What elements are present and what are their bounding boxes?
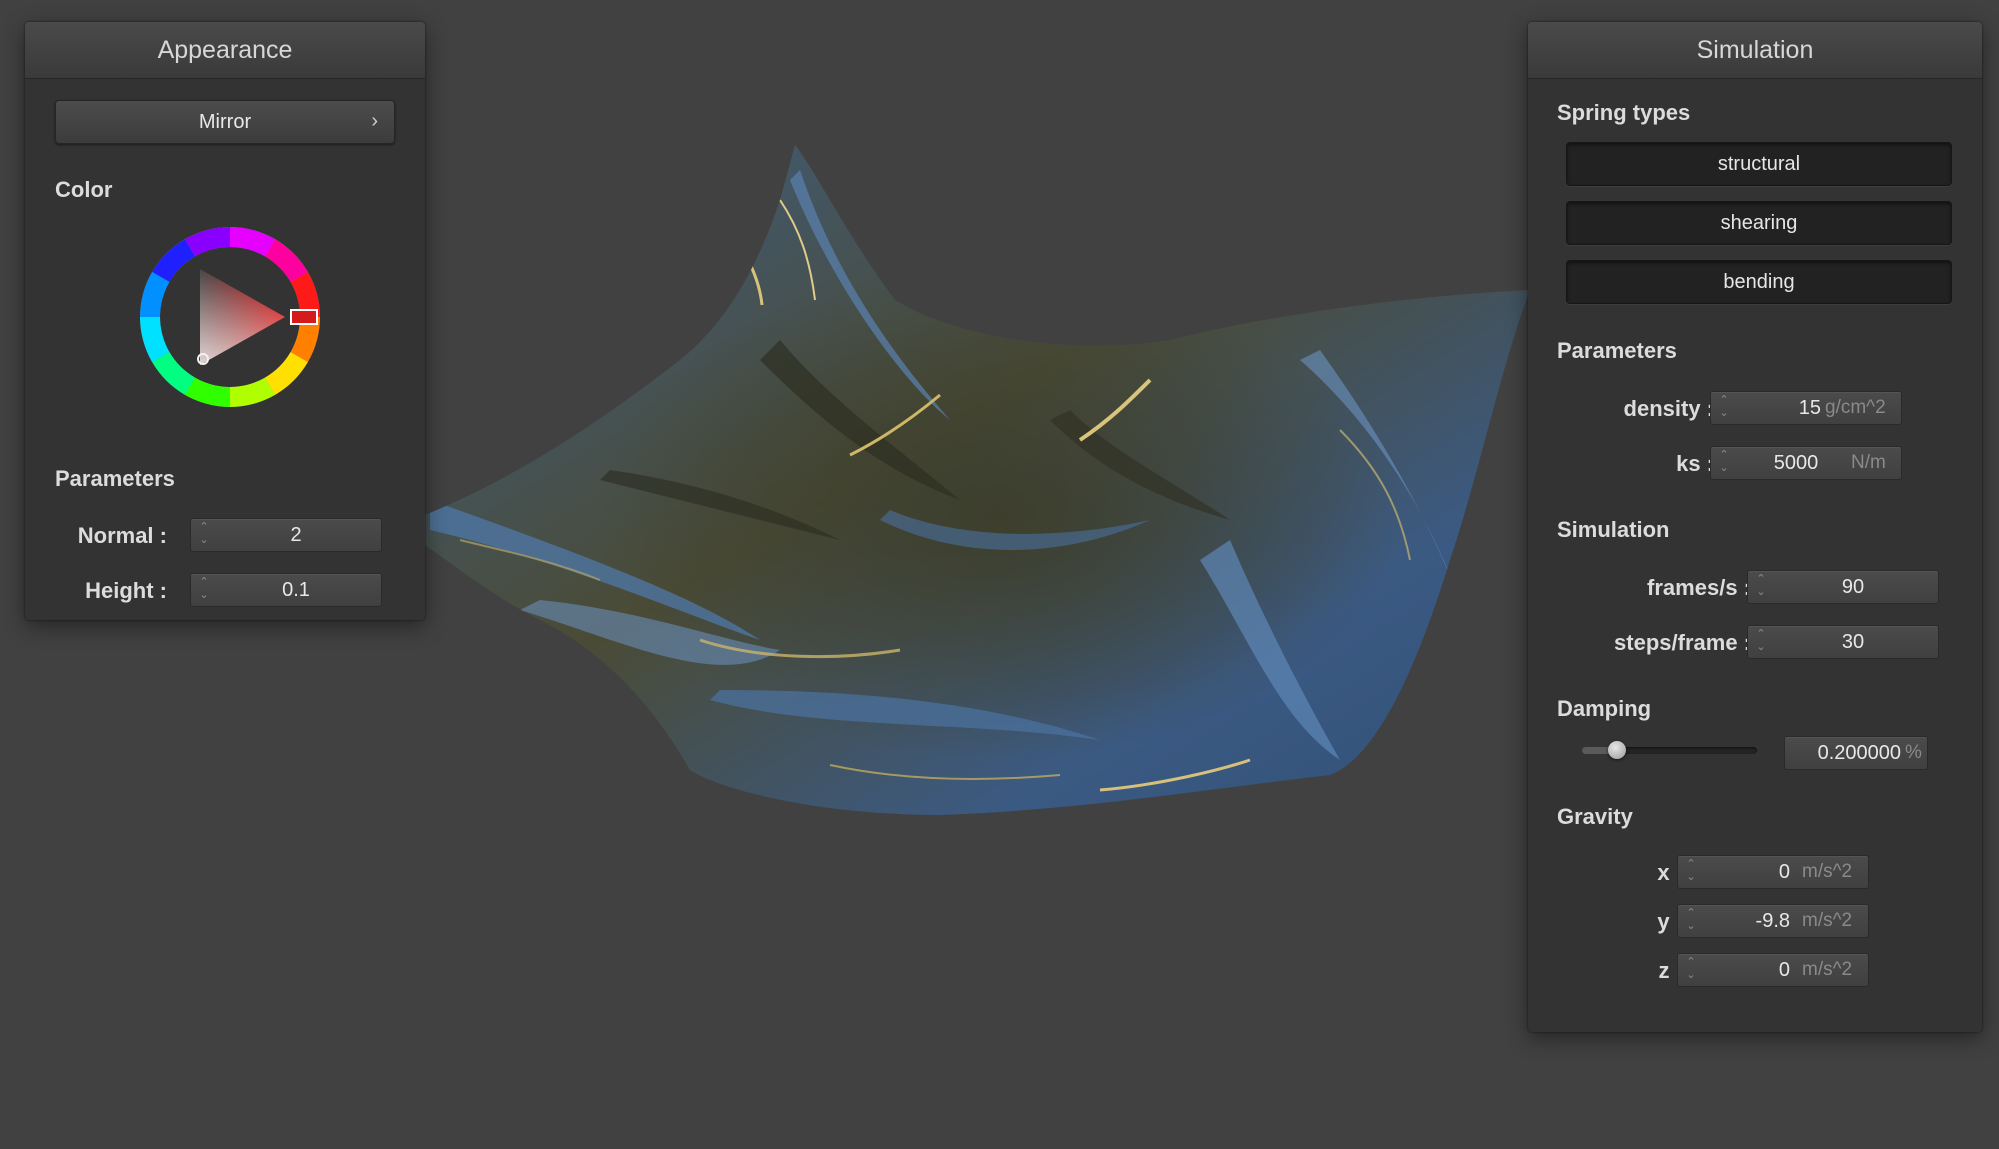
spin-arrows-icon[interactable]: ⌃ ⌄ xyxy=(1754,628,1768,656)
frames-per-second-input[interactable]: ⌃ ⌄ 90 xyxy=(1747,570,1939,604)
density-label: density : xyxy=(1623,396,1714,421)
damping-value: 0.200000 xyxy=(1817,742,1901,764)
gravity-x-input[interactable]: ⌃ ⌄ 0 m/s^2 xyxy=(1677,855,1869,889)
damping-input[interactable]: 0.200000 % xyxy=(1784,736,1928,770)
spin-arrows-icon[interactable]: ⌃ ⌄ xyxy=(197,521,211,549)
steps-per-frame-label: steps/frame : xyxy=(1614,630,1751,655)
color-wheel[interactable] xyxy=(140,227,320,407)
simulation-panel-title: Simulation xyxy=(1528,22,1982,79)
simulation-section-label: Simulation xyxy=(1557,517,1670,542)
gravity-z-value: 0 xyxy=(1778,959,1790,981)
material-dropdown[interactable]: Mirror › xyxy=(55,100,395,144)
normal-value: 2 xyxy=(290,524,302,546)
gravity-z-label: z : xyxy=(1658,958,1683,983)
ks-input[interactable]: ⌃ ⌄ 5000 N/m xyxy=(1710,446,1902,480)
appearance-parameters-label: Parameters xyxy=(55,466,175,491)
gravity-z-unit: m/s^2 xyxy=(1802,959,1853,980)
density-input[interactable]: ⌃ ⌄ 15 g/cm^2 xyxy=(1710,391,1902,425)
height-value: 0.1 xyxy=(282,579,310,601)
gravity-x-value: 0 xyxy=(1778,861,1790,883)
gravity-y-unit: m/s^2 xyxy=(1802,910,1853,931)
spin-arrows-icon[interactable]: ⌃ ⌄ xyxy=(197,576,211,604)
structural-toggle[interactable]: structural xyxy=(1566,142,1952,186)
damping-slider-handle[interactable] xyxy=(1608,741,1626,759)
density-value: 15 xyxy=(1798,397,1821,419)
steps-per-frame-input[interactable]: ⌃ ⌄ 30 xyxy=(1747,625,1939,659)
normal-label: Normal : xyxy=(77,523,167,548)
ks-unit: N/m xyxy=(1851,452,1886,473)
gravity-y-input[interactable]: ⌃ ⌄ -9.8 m/s^2 xyxy=(1677,904,1869,938)
spin-arrows-icon[interactable]: ⌃ ⌄ xyxy=(1754,573,1768,601)
spin-arrows-icon[interactable]: ⌃ ⌄ xyxy=(1684,858,1698,886)
spin-arrows-icon[interactable]: ⌃ ⌄ xyxy=(1717,449,1731,477)
frames-per-second-label: frames/s : xyxy=(1647,575,1751,600)
gravity-x-label: x : xyxy=(1657,860,1683,885)
gravity-y-label: y : xyxy=(1657,909,1683,934)
damping-slider[interactable] xyxy=(1582,737,1757,763)
height-label: Height : xyxy=(85,578,167,603)
gravity-label: Gravity xyxy=(1557,804,1633,829)
spin-arrows-icon[interactable]: ⌃ ⌄ xyxy=(1717,394,1731,422)
shearing-toggle[interactable]: shearing xyxy=(1566,201,1952,245)
steps-per-frame-value: 30 xyxy=(1841,631,1865,653)
material-dropdown-label: Mirror xyxy=(198,111,252,133)
appearance-panel: Appearance Mirror › Color Parameters Nor… xyxy=(25,22,425,620)
simulation-parameters-label: Parameters xyxy=(1557,338,1677,363)
ks-label: ks : xyxy=(1676,451,1714,476)
appearance-panel-title: Appearance xyxy=(25,22,425,79)
bending-toggle[interactable]: bending xyxy=(1566,260,1952,304)
frames-per-second-value: 90 xyxy=(1841,576,1865,598)
chevron-right-icon: › xyxy=(371,110,378,132)
simulation-panel: Simulation Spring types structural shear… xyxy=(1528,22,1982,1032)
color-section-label: Color xyxy=(55,177,113,202)
gravity-z-input[interactable]: ⌃ ⌄ 0 m/s^2 xyxy=(1677,953,1869,987)
density-unit: g/cm^2 xyxy=(1825,397,1886,418)
damping-label: Damping xyxy=(1557,696,1652,721)
hue-handle[interactable] xyxy=(290,309,318,325)
height-input[interactable]: ⌃ ⌄ 0.1 xyxy=(190,573,382,607)
ks-value: 5000 xyxy=(1773,452,1819,474)
normal-input[interactable]: ⌃ ⌄ 2 xyxy=(190,518,382,552)
spin-arrows-icon[interactable]: ⌃ ⌄ xyxy=(1684,956,1698,984)
gravity-x-unit: m/s^2 xyxy=(1802,861,1853,882)
spin-arrows-icon[interactable]: ⌃ ⌄ xyxy=(1684,907,1698,935)
gravity-y-value: -9.8 xyxy=(1755,910,1790,932)
damping-unit: % xyxy=(1905,742,1922,763)
spring-types-label: Spring types xyxy=(1557,100,1691,125)
